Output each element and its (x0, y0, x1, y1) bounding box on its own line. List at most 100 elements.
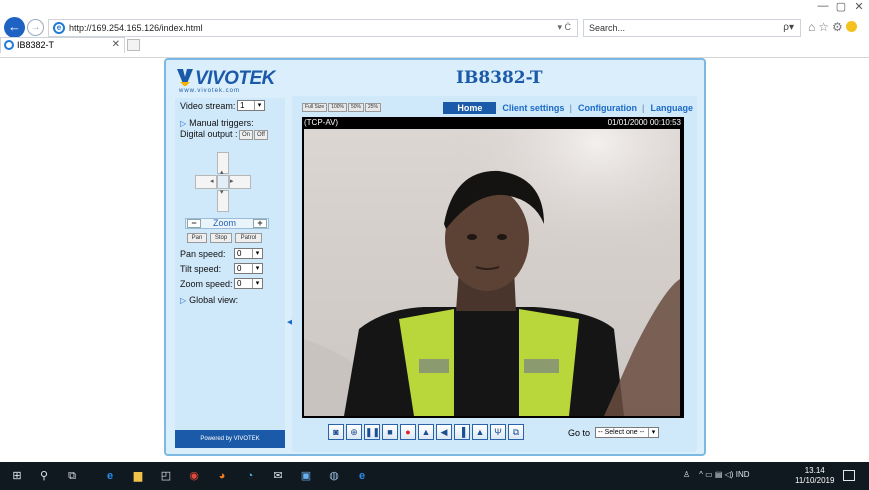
ptz-home-button[interactable] (217, 175, 229, 189)
goto-label: Go to (568, 428, 591, 438)
digital-output-off-button[interactable]: Off (254, 130, 268, 140)
logo-subtitle: www.vivotek.com (179, 88, 241, 94)
toolbar-icons: ⌂☆⚙ (808, 20, 857, 34)
back-button[interactable]: ← (4, 17, 25, 38)
notification-icon[interactable] (843, 470, 855, 481)
address-url[interactable]: http://169.254.165.126/index.html (69, 23, 203, 33)
zoom-label: Zoom (213, 218, 237, 228)
ptz-icon[interactable]: Ψ (490, 424, 506, 440)
clock-date: 11/10/2019 (795, 476, 835, 485)
video-header: (TCP-AV) 01/01/2000 00:10:53 (302, 117, 684, 128)
zoom-speed-value: 0 (237, 279, 242, 288)
refresh-icon[interactable]: ▾ Ċ (557, 22, 571, 33)
file-explorer-icon[interactable]: ▆ (132, 470, 144, 482)
view-size-50-button[interactable]: 50% (347, 103, 364, 112)
pan-button[interactable]: Pan (187, 233, 207, 243)
fullscreen-icon[interactable]: ⧉ (508, 424, 524, 440)
app-red-icon[interactable]: ◉ (188, 470, 200, 482)
settings-gear-icon[interactable]: ⚙ (832, 20, 846, 34)
chevron-down-icon: ▾ (252, 249, 262, 258)
task-view-icon[interactable]: ⧉ (66, 470, 78, 482)
stream-protocol: (TCP-AV) (304, 118, 339, 127)
store-icon[interactable]: ◰ (160, 470, 172, 482)
feedback-smiley-icon[interactable] (845, 21, 857, 32)
global-view-toggle[interactable]: ▷ Global view: (180, 295, 238, 305)
volume-icon[interactable]: ▐ (454, 424, 470, 440)
video-stream-select[interactable]: 1 ▾ (237, 100, 265, 111)
volume-tray-icon[interactable]: ◁) (725, 470, 734, 479)
expand-triangle-icon: ▷ (180, 119, 187, 128)
clock[interactable]: 13.14 11/10/2019 (795, 466, 834, 486)
nav-configuration[interactable]: Configuration (578, 103, 637, 113)
record-icon[interactable]: ● (400, 424, 416, 440)
firefox-icon[interactable]: ◕ (216, 470, 228, 482)
view-size-full-button[interactable]: Full Size (302, 103, 328, 112)
magnifier-app-icon[interactable]: ◍ (328, 470, 340, 482)
live-view-area: Full Size 100% 50% 25% Home Client settings |… (292, 96, 697, 452)
home-icon[interactable]: ⌂ (808, 20, 818, 34)
stop-icon[interactable]: ■ (382, 424, 398, 440)
left-control-panel: Video stream: 1 ▾ ▷ Manual triggers: Digit… (175, 98, 292, 448)
view-size-buttons: Full Size 100% 50% 25% (302, 103, 382, 114)
model-title: IB8382-T (456, 68, 543, 88)
search-input[interactable]: Search... (589, 23, 625, 33)
snapshot-camera-icon[interactable]: ◙ (328, 424, 344, 440)
search-icon[interactable]: ⚲ (38, 470, 50, 482)
manual-triggers-toggle[interactable]: ▷ Manual triggers: (180, 118, 254, 128)
new-tab-button[interactable] (127, 39, 140, 51)
view-size-25-button[interactable]: 25% (365, 103, 382, 112)
browser-tab[interactable]: IB8382-T ✕ (0, 37, 125, 53)
stop-button[interactable]: Stop (210, 233, 232, 243)
tilt-speed-label: Tilt speed: (180, 264, 222, 274)
chevron-down-icon: ▾ (252, 264, 262, 273)
vivotek-logo: VIVOTEK www.vivotek.com (177, 68, 275, 94)
digital-output-label: Digital output : (180, 129, 238, 139)
internet-explorer-icon[interactable]: e (356, 470, 368, 482)
network-icon[interactable]: ▤ (715, 470, 723, 479)
expand-triangle-icon: ▷ (180, 296, 187, 305)
zoom-out-button[interactable]: − (187, 219, 201, 228)
goto-preset-select[interactable]: -- Select one -- ▾ (595, 427, 659, 438)
logo-text: VIVOTEK (195, 68, 275, 89)
zoom-in-button[interactable]: + (253, 219, 267, 228)
zoom-speed-select[interactable]: 0 ▾ (234, 278, 263, 289)
tab-close-icon[interactable]: ✕ (112, 39, 120, 50)
nav-home[interactable]: Home (443, 102, 497, 114)
address-bar[interactable]: e http://169.254.165.126/index.html ▾ Ċ (48, 19, 578, 37)
view-size-100-button[interactable]: 100% (328, 103, 347, 112)
microphone-icon[interactable]: ▲ (472, 424, 488, 440)
favorites-icon[interactable]: ☆ (818, 20, 832, 34)
arrow-up-icon: ▴ (220, 169, 224, 176)
talk-icon[interactable]: ▲ (418, 424, 434, 440)
close-window-button[interactable]: ✕ (848, 0, 869, 13)
forward-button[interactable]: → (27, 19, 44, 36)
vivotek-v-icon (177, 69, 193, 86)
zoom-bar: − Zoom + (185, 218, 269, 229)
digital-output-on-button[interactable]: On (239, 130, 253, 140)
people-icon[interactable]: ♙ (683, 470, 690, 479)
tilt-speed-value: 0 (237, 264, 242, 273)
digital-zoom-icon[interactable]: ⊕ (346, 424, 362, 440)
video-stream[interactable]: (TCP-AV) 01/01/2000 00:10:53 (302, 117, 684, 418)
clock-time: 13.14 (804, 466, 825, 475)
nav-client-settings[interactable]: Client settings (502, 103, 564, 113)
pan-speed-select[interactable]: 0 ▾ (234, 248, 263, 259)
tray-chevron-icon[interactable]: ^ (699, 470, 703, 479)
language-indicator[interactable]: IND (736, 470, 750, 479)
video-controls: ◙ ⊕ ❚❚ ■ ● ▲ ◀ ▐ ▲ Ψ ⧉ (328, 424, 526, 440)
nav-language[interactable]: Language (650, 103, 693, 113)
app-blue-icon[interactable]: ◔ (244, 470, 256, 482)
edge-icon[interactable]: e (104, 470, 116, 482)
search-box[interactable]: Search... ρ▾ (583, 19, 801, 37)
goto-select-value: -- Select one -- (598, 429, 645, 436)
speaker-icon[interactable]: ◀ (436, 424, 452, 440)
search-icon[interactable]: ρ▾ (783, 22, 794, 33)
windows-start-icon[interactable]: ⊞ (11, 470, 23, 482)
app-window-icon[interactable]: ▣ (300, 470, 312, 482)
stream-timestamp: 01/01/2000 00:10:53 (607, 118, 681, 127)
mail-icon[interactable]: ✉ (272, 470, 284, 482)
pause-icon[interactable]: ❚❚ (364, 424, 380, 440)
tilt-speed-select[interactable]: 0 ▾ (234, 263, 263, 274)
battery-icon[interactable]: ▭ (705, 470, 713, 479)
patrol-button[interactable]: Patrol (235, 233, 262, 243)
